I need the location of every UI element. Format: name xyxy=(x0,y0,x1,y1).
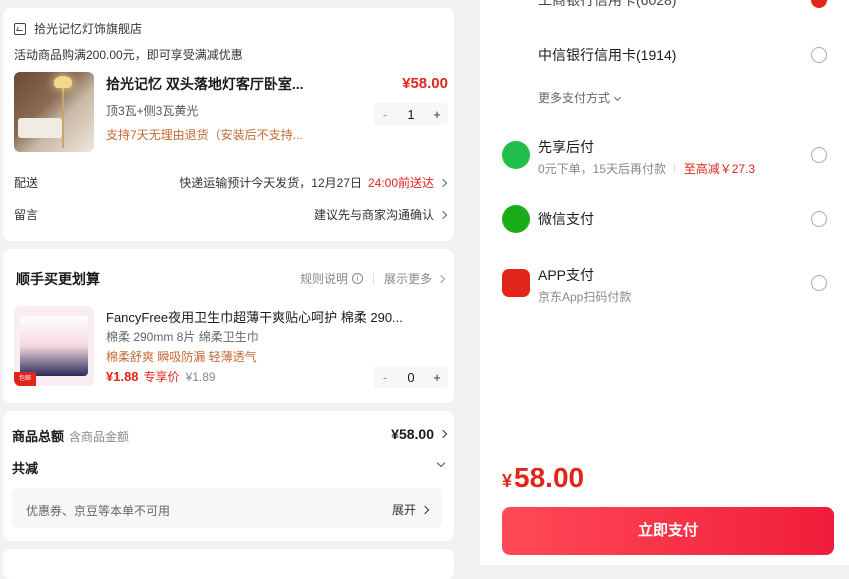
delivery-label: 配送 xyxy=(14,176,39,190)
chevron-down-icon xyxy=(613,93,622,102)
coupon-box: 优惠券、京豆等本单不可用 展开 xyxy=(12,488,442,528)
info-icon[interactable]: i xyxy=(351,273,363,284)
addon-product-thumbnail[interactable]: 包邮 xyxy=(14,306,94,386)
product-name[interactable]: 拾光记忆 双头落地灯客厅卧室... xyxy=(106,74,316,94)
show-more-link[interactable]: 展示更多 xyxy=(384,270,432,287)
radio-selected[interactable] xyxy=(811,0,827,8)
divider xyxy=(372,272,374,285)
final-currency: ¥ xyxy=(502,471,513,491)
addon-product-name[interactable]: FancyFree夜用卫生巾超薄干爽贴心呵护 棉柔 290... xyxy=(106,307,436,326)
discount-label: 共减 xyxy=(12,461,39,476)
xianxiang-sub-row: 0元下单，15天后再付款 至高减￥27.3 xyxy=(538,160,755,177)
store-header[interactable]: 拾光记忆灯饰旗舰店 xyxy=(14,20,142,37)
chevron-right-icon xyxy=(438,178,448,187)
store-name[interactable]: 拾光记忆灯饰旗舰店 xyxy=(34,20,142,37)
total-sub: 含商品金额 xyxy=(69,430,130,444)
app-pay-sub: 京东App扫码付款 xyxy=(538,290,632,304)
delivery-value: 快递运输预计今天发货，12月27日 xyxy=(179,176,362,190)
app-pay-title[interactable]: APP支付 xyxy=(538,265,594,285)
jd-app-icon xyxy=(502,269,530,297)
radio-citic[interactable] xyxy=(811,47,827,63)
return-policy: 支持7天无理由退货（安装后不支持... xyxy=(106,128,303,142)
total-value: ¥58.00 xyxy=(391,426,434,442)
note-value: 建议先与商家沟通确认 xyxy=(313,208,434,222)
xianxiang-title[interactable]: 先享后付 xyxy=(538,137,594,157)
promo-text: 活动商品购满200.00元，即可享受满减优惠 xyxy=(14,48,243,62)
addon-product-spec: 棉柔 290mm 8片 绵柔卫生巾 xyxy=(106,330,259,344)
addon-links: 规则说明 i 展示更多 xyxy=(300,270,446,287)
addon-title: 顺手买更划算 xyxy=(16,271,100,287)
chevron-right-icon xyxy=(436,274,446,283)
delivery-deadline: 24:00前送达 xyxy=(367,176,434,190)
product-spec[interactable]: 顶3瓦+侧3瓦黄光 xyxy=(106,102,198,119)
qty-minus-button[interactable]: - xyxy=(374,107,396,122)
chevron-right-icon xyxy=(420,505,430,514)
addon-price: ¥1.88 xyxy=(106,369,139,384)
xianxiang-discount: 至高减￥27.3 xyxy=(683,162,756,176)
addon-orig-price: ¥1.89 xyxy=(185,370,216,384)
qty-value[interactable]: 1 xyxy=(398,107,424,122)
qty-plus-button[interactable]: + xyxy=(426,370,448,385)
thumb-tag: 包邮 xyxy=(14,372,36,386)
next-card-partial xyxy=(3,549,454,579)
final-value: 58.00 xyxy=(514,462,585,493)
more-payment-link[interactable]: 更多支付方式 xyxy=(538,89,622,106)
radio-app[interactable] xyxy=(811,275,827,291)
note-row[interactable]: 建议先与商家沟通确认 xyxy=(313,206,448,223)
product-thumbnail[interactable] xyxy=(14,72,94,152)
delivery-row[interactable]: 快递运输预计今天发货，12月27日 24:00前送达 xyxy=(179,174,448,191)
store-icon xyxy=(14,22,26,35)
product-price: ¥58.00 xyxy=(402,75,448,92)
addon-price-row: ¥1.88 专享价 ¥1.89 xyxy=(106,368,216,385)
chevron-right-icon xyxy=(438,429,448,439)
final-amount: ¥ 58.00 xyxy=(502,462,584,494)
addon-quantity-stepper: - 0 + xyxy=(374,366,448,388)
radio-wechat[interactable] xyxy=(811,211,827,227)
more-payment-label: 更多支付方式 xyxy=(538,91,611,105)
qty-minus-button[interactable]: - xyxy=(374,370,396,385)
citic-card-option[interactable]: 中信银行信用卡(1914) xyxy=(538,45,676,65)
rules-link[interactable]: 规则说明 xyxy=(300,270,348,287)
coupon-expand-button[interactable]: 展开 xyxy=(391,501,430,518)
wechat-icon xyxy=(502,205,530,233)
xianxiang-sub: 0元下单，15天后再付款 xyxy=(538,162,667,176)
chevron-right-icon xyxy=(438,210,448,219)
payment-panel: 工商银行信用卡(6028) 中信银行信用卡(1914) 更多支付方式 先享后付 … xyxy=(480,0,849,565)
addon-price-label: 专享价 xyxy=(143,370,180,384)
total-label: 商品总额 xyxy=(12,429,65,444)
note-label: 留言 xyxy=(14,208,39,222)
order-panel: 拾光记忆灯饰旗舰店 活动商品购满200.00元，即可享受满减优惠 拾光记忆 双头… xyxy=(0,0,460,579)
qty-value[interactable]: 0 xyxy=(398,370,424,385)
xianxiang-icon xyxy=(502,141,530,169)
pay-now-button[interactable]: 立即支付 xyxy=(502,507,834,555)
radio-xianxiang[interactable] xyxy=(811,147,827,163)
addon-product-tags: 棉柔舒爽 瞬吸防漏 轻薄透气 xyxy=(106,350,257,364)
quantity-stepper: - 1 + xyxy=(374,103,448,125)
total-label-row: 商品总额 含商品金额 xyxy=(12,426,129,445)
coupon-text: 优惠券、京豆等本单不可用 xyxy=(26,504,171,518)
top-card-partial[interactable]: 工商银行信用卡(6028) xyxy=(538,0,676,10)
expand-label: 展开 xyxy=(391,503,416,517)
wechat-option[interactable]: 微信支付 xyxy=(538,209,594,229)
qty-plus-button[interactable]: + xyxy=(426,107,448,122)
total-row[interactable]: ¥58.00 xyxy=(391,426,448,442)
